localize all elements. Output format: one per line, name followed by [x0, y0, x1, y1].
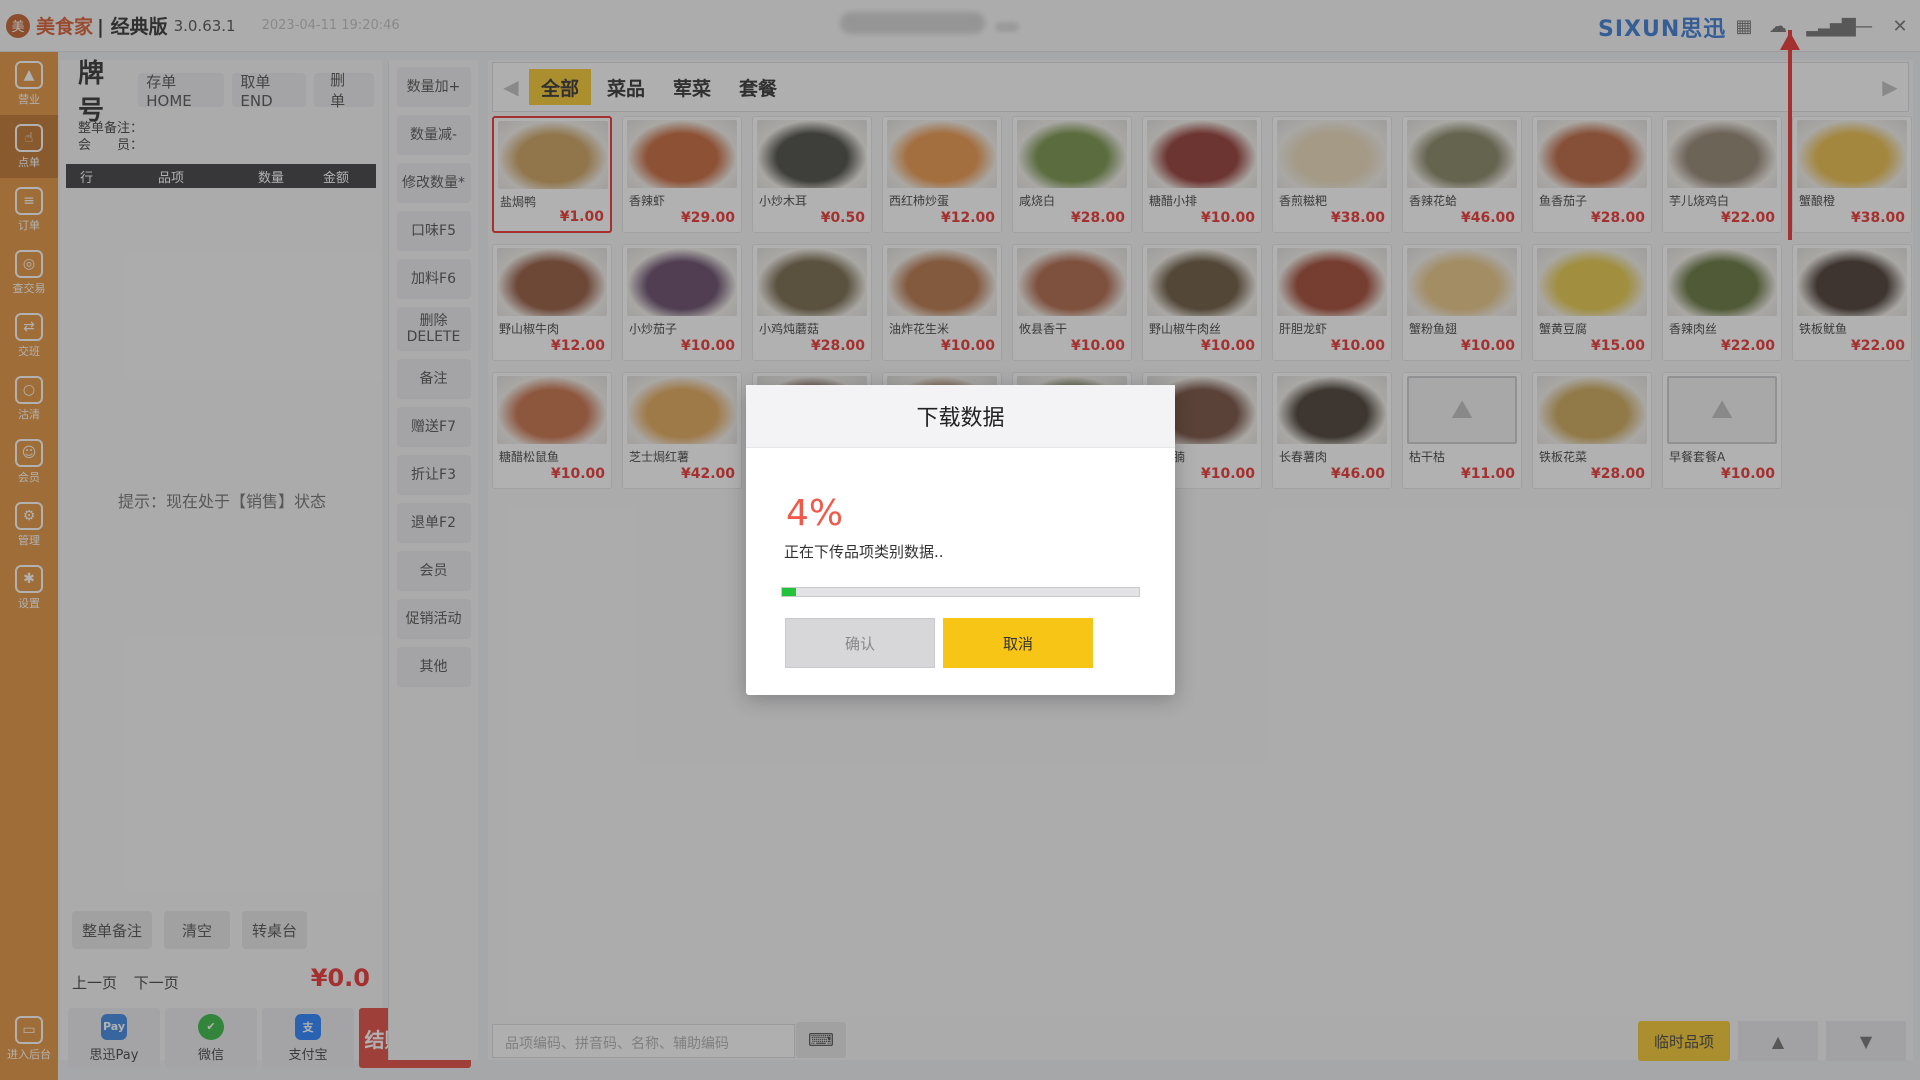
confirm-button[interactable]: 确认 [785, 618, 935, 668]
download-dialog: 下载数据 4% 正在下传品项类别数据.. 确认 取消 [746, 385, 1175, 695]
download-progress-bar [781, 587, 1140, 597]
download-percent: 4% [786, 493, 844, 534]
download-progress-fill [782, 588, 797, 596]
download-status: 正在下传品项类别数据.. [784, 543, 944, 561]
dialog-title: 下载数据 [746, 385, 1175, 448]
app-window: 美 美食家 | 经典版 3.0.63.1 2023-04-11 19:20:46… [0, 0, 1920, 1080]
cancel-button[interactable]: 取消 [943, 618, 1093, 668]
